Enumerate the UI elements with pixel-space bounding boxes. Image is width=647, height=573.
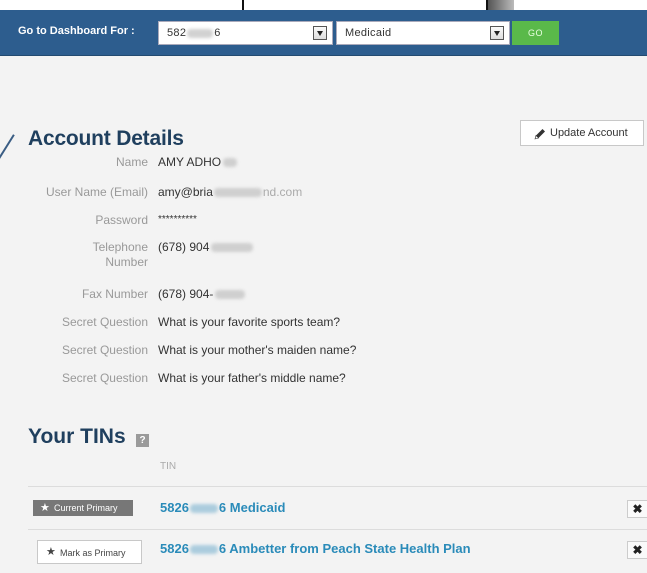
go-button[interactable]: GO [512,21,559,45]
delete-tin-button[interactable]: ✖ [627,541,647,559]
delete-tin-button[interactable]: ✖ [627,500,647,518]
name-label: Name [115,155,148,169]
redaction-blur [187,28,214,38]
secret-question-label: Secret Question [61,343,148,357]
fax-value: (678) 904- [158,287,246,301]
chevron-down-icon[interactable] [313,26,327,40]
redaction-blur [211,243,254,253]
current-primary-badge: ★ Current Primary [33,500,133,516]
your-tins-heading: Your TINs [28,425,126,448]
chevron-down-icon[interactable] [490,26,504,40]
password-value: ********** [158,214,197,225]
window-shade [488,0,514,10]
password-label: Password [95,213,148,227]
window-top-strip [0,0,647,12]
account-details-heading: Account Details [28,127,184,150]
redaction-blur [223,158,238,168]
secret-question-value: What is your favorite sports team? [158,315,341,329]
pencil-icon [534,129,545,140]
star-icon: ★ [46,546,56,558]
secret-question-value: What is your father's middle name? [158,371,346,385]
secret-question-value: What is your mother's maiden name? [158,343,357,357]
tin-column-header: TIN [160,461,177,472]
secret-question-label: Secret Question [61,371,148,385]
annotation-line [0,134,15,190]
divider [28,486,647,487]
dashboard-label: Go to Dashboard For : [18,25,135,37]
update-account-button[interactable]: Update Account [520,120,644,146]
star-icon: ★ [40,502,50,514]
update-account-label: Update Account [550,127,628,139]
secret-question-label: Secret Question [61,315,148,329]
dashboard-bar: Go to Dashboard For : 582 6 Medicaid GO [0,10,647,56]
phone-label-2: Number [105,255,148,269]
mark-as-primary-label: Mark as Primary [60,548,126,558]
plan-select-value: Medicaid [345,27,392,39]
redaction-blur [213,188,262,198]
mark-as-primary-button[interactable]: ★ Mark as Primary [37,540,142,564]
help-icon[interactable]: ? [136,434,149,447]
username-value: amy@bria nd.com [158,185,303,199]
tin-link-medicaid[interactable]: 5826 6 Medicaid [160,500,285,515]
redaction-blur [215,290,246,300]
fax-label: Fax Number [81,287,148,301]
name-value: AMY ADHO [158,155,238,169]
tin-select[interactable]: 582 6 [158,21,333,45]
divider [28,529,647,530]
current-primary-label: Current Primary [54,503,118,513]
plan-select[interactable]: Medicaid [336,21,510,45]
redaction-blur [189,545,218,555]
redaction-blur [189,504,218,514]
username-label: User Name (Email) [45,185,148,199]
phone-label: Telephone [92,240,148,254]
tin-select-value: 582 6 [167,27,221,39]
phone-value: (678) 904 [158,240,254,254]
tin-link-ambetter[interactable]: 5826 6 Ambetter from Peach State Health P… [160,541,471,556]
